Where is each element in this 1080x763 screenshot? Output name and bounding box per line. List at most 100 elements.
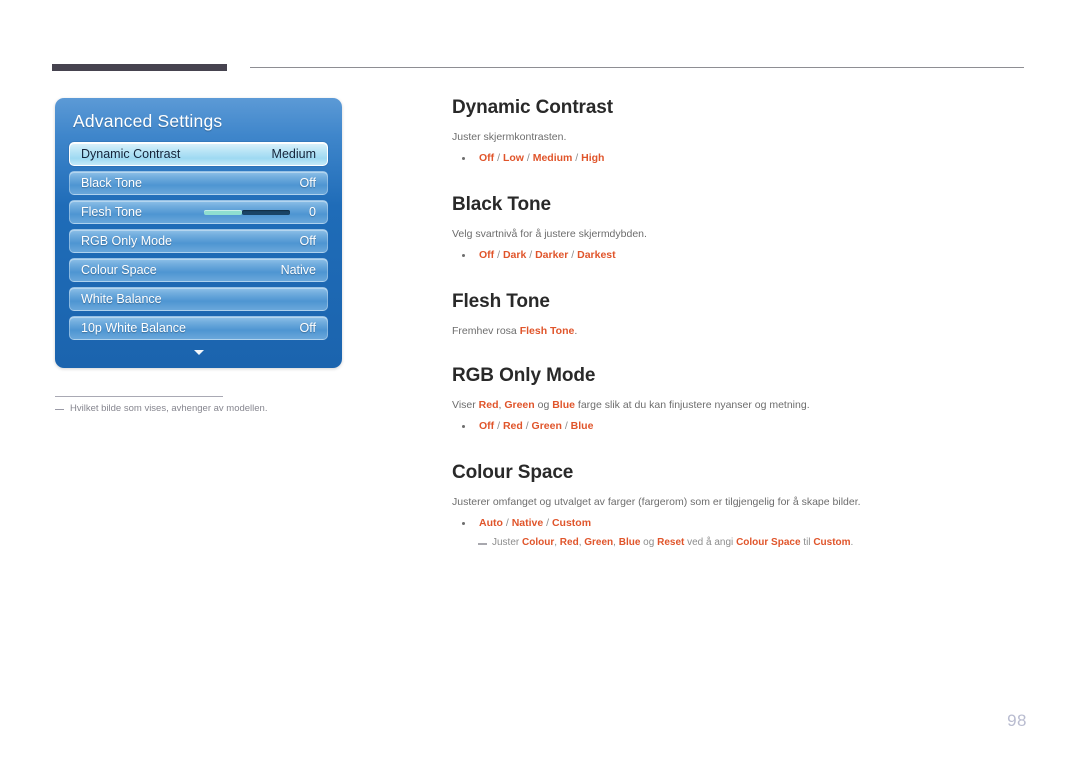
bullet-icon (462, 522, 465, 525)
section-description: Viser Red, Green og Blue farge slik at d… (452, 397, 1030, 413)
option-value: Auto (479, 517, 503, 529)
osd-row-label: RGB Only Mode (81, 234, 173, 248)
option-value: Off (479, 249, 495, 261)
option-value: Green (531, 420, 562, 432)
subnote-accent: Reset (657, 537, 685, 548)
section-heading: Black Tone (452, 194, 551, 215)
section-options: Auto / Native / Custom (452, 515, 1030, 531)
option-separator: / (502, 517, 512, 529)
option-separator: / (494, 420, 503, 432)
osd-row-value: Native (280, 263, 316, 277)
osd-row-white-balance[interactable]: White Balance (69, 287, 328, 311)
osd-row-dynamic-contrast[interactable]: Dynamic Contrast Medium (69, 142, 328, 166)
subnote-segment: . (850, 537, 854, 548)
osd-row-value: Medium (271, 147, 316, 161)
option-separator: / (494, 249, 503, 261)
section-heading: Dynamic Contrast (452, 97, 613, 118)
osd-row-black-tone[interactable]: Black Tone Off (69, 171, 328, 195)
option-value: Off (479, 420, 495, 432)
description-text: Viser (452, 399, 479, 411)
section-description: Justerer omfanget og utvalget av farger … (452, 496, 861, 508)
osd-menu-panel: Advanced Settings Dynamic Contrast Mediu… (55, 98, 342, 368)
section-black-tone: Black Tone Velg svartnivå for å justere … (452, 193, 1030, 263)
option-value: Darker (535, 249, 569, 261)
osd-row-10p-white-balance[interactable]: 10p White Balance Off (69, 316, 328, 340)
section-colour-space: Colour Space Justerer omfanget og utvalg… (452, 461, 1030, 550)
section-options: Off / Red / Green / Blue (452, 418, 1030, 434)
section-dynamic-contrast: Dynamic Contrast Juster skjermkontrasten… (452, 96, 1030, 166)
bullet-icon (462, 425, 465, 428)
subnote-segment: Juster (492, 537, 523, 548)
osd-row-rgb-only-mode[interactable]: RGB Only Mode Off (69, 229, 328, 253)
subnote-segment: og (640, 537, 658, 548)
description-accent: Blue (552, 399, 575, 411)
osd-row-flesh-tone[interactable]: Flesh Tone 0 (69, 200, 328, 224)
osd-row-value: 0 (309, 205, 316, 219)
osd-scroll-more[interactable] (55, 342, 342, 360)
section-rgb-only-mode: RGB Only Mode Viser Red, Green og Blue f… (452, 364, 1030, 434)
osd-row-label: Colour Space (81, 263, 157, 277)
footnote-text: Hvilket bilde som vises, avhenger av mod… (70, 403, 268, 414)
option-separator: / (526, 249, 536, 261)
option-separator: / (572, 152, 582, 164)
subnote-text: Juster Colour, Red, Green, Blue og Reset… (492, 535, 853, 550)
option-list: Auto / Native / Custom (479, 515, 591, 531)
option-value: Off (479, 152, 495, 164)
option-separator: / (543, 517, 552, 529)
osd-panel-title: Advanced Settings (73, 111, 223, 131)
option-value: Darkest (577, 249, 616, 261)
colour-space-subnote: Juster Colour, Red, Green, Blue og Reset… (452, 535, 1030, 550)
osd-row-colour-space[interactable]: Colour Space Native (69, 258, 328, 282)
osd-row-label: Black Tone (81, 176, 142, 190)
option-separator: / (494, 152, 503, 164)
header-rule-group (52, 64, 1024, 74)
option-value: High (581, 152, 605, 164)
footnote-rule (55, 396, 223, 397)
section-description: Fremhev rosa Flesh Tone. (452, 323, 1030, 339)
slider-track-filled (204, 209, 242, 215)
option-value: Blue (570, 420, 594, 432)
section-flesh-tone: Flesh Tone Fremhev rosa Flesh Tone. (452, 290, 1030, 339)
chevron-down-icon (193, 350, 204, 355)
osd-row-label: 10p White Balance (81, 321, 186, 335)
description-text: farge slik at du kan finjustere nyanser … (574, 399, 810, 411)
section-description: Velg svartnivå for å justere skjermdybde… (452, 228, 647, 240)
subnote-accent: Blue (618, 537, 641, 548)
description-text: Fremhev rosa (452, 325, 520, 337)
page-number: 98 (1007, 711, 1027, 730)
footnote: Hvilket bilde som vises, avhenger av mod… (55, 402, 365, 416)
osd-row-value: Off (299, 176, 316, 190)
osd-menu-list: Dynamic Contrast Medium Black Tone Off F… (55, 142, 342, 340)
option-value: Medium (532, 152, 573, 164)
osd-row-value: Off (299, 321, 316, 335)
subnote-accent: Colour Space (736, 537, 801, 548)
section-options: Off / Low / Medium / High (452, 150, 1030, 166)
subnote-accent: Custom (813, 537, 851, 548)
option-value: Low (502, 152, 524, 164)
osd-row-label: Dynamic Contrast (81, 147, 181, 161)
option-list: Off / Red / Green / Blue (479, 418, 593, 434)
subnote-segment: ved å angi (684, 537, 737, 548)
option-separator: / (568, 249, 578, 261)
description-text: og (534, 399, 553, 411)
option-list: Off / Low / Medium / High (479, 150, 604, 166)
subnote-accent: Red (559, 537, 579, 548)
dash-icon (55, 409, 64, 410)
dash-icon (478, 543, 487, 545)
option-separator: / (561, 420, 571, 432)
manual-page: Advanced Settings Dynamic Contrast Mediu… (0, 0, 1080, 763)
option-value: Dark (502, 249, 527, 261)
description-accent: Flesh Tone (519, 325, 575, 337)
content-column: Dynamic Contrast Juster skjermkontrasten… (452, 96, 1030, 550)
description-text: . (574, 325, 578, 337)
option-value: Red (502, 420, 523, 432)
osd-row-value: Off (299, 234, 316, 248)
subnote-accent: Colour (522, 537, 555, 548)
flesh-tone-slider[interactable] (204, 209, 290, 215)
option-value: Custom (551, 517, 592, 529)
section-options: Off / Dark / Darker / Darkest (452, 247, 1030, 263)
subnote-accent: Green (584, 537, 614, 548)
